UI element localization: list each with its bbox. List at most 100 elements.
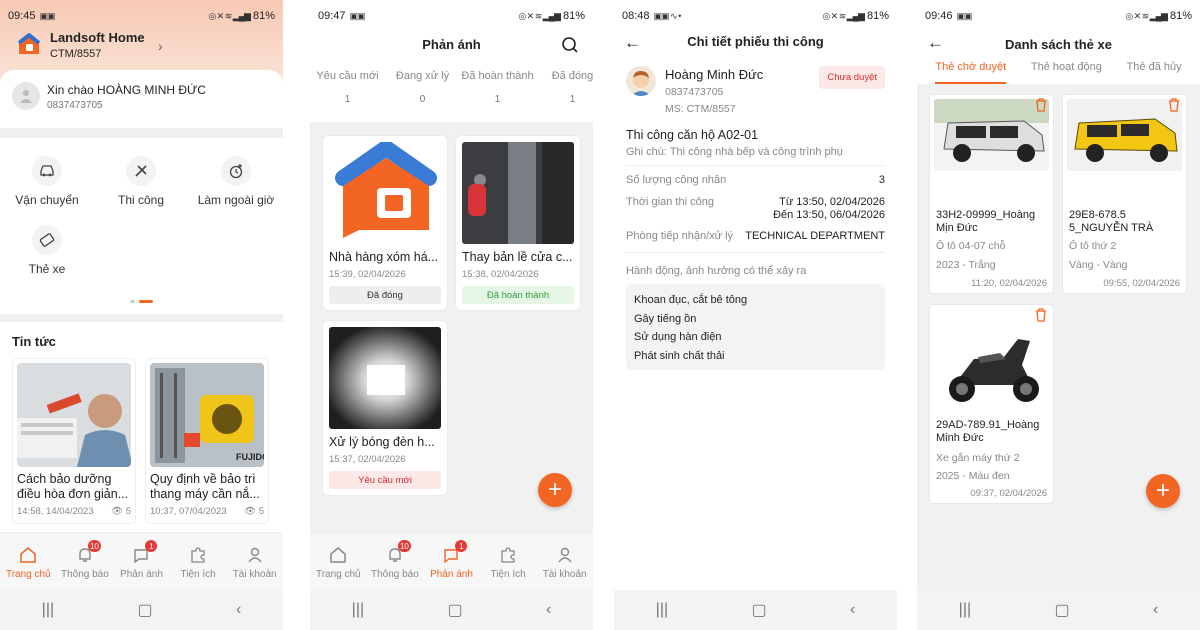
nav-account[interactable]: Tài khoản [227, 545, 283, 580]
news-views: 👁 5 [111, 506, 131, 517]
service-menu: Vận chuyển Thi công Làm ngoài giờ Thẻ xe [0, 138, 283, 314]
company-code: CTM/8557 [50, 48, 102, 60]
nav-feedback[interactable]: 1 Phản ánh [113, 540, 169, 580]
eye-icon: 👁 [244, 506, 257, 517]
tab-new[interactable]: Yêu cầu mới 1 [310, 70, 385, 105]
menu-item-overtime[interactable]: Làm ngoài giờ [191, 156, 281, 207]
nav-notifications[interactable]: 10 Thông báo [367, 540, 423, 580]
vehicle-detail: 2025 - Màu đen [936, 470, 1010, 482]
avatar[interactable] [12, 82, 40, 110]
news-card[interactable]: Cách bảo dưỡng điều hòa đơn giản... 14:5… [12, 358, 136, 524]
vehicle-card-list-screen: 09:46 ▣▣ ◎ ✕ ≋ ▂▄▆ 81% ← Danh sách thẻ xe … [917, 0, 1200, 630]
requester-name: Hoàng Minh Đức [665, 67, 764, 82]
nav-home[interactable]: Trang chủ [0, 545, 56, 580]
tab-processing[interactable]: Đang xử lý 0 [385, 70, 460, 105]
news-card[interactable]: FUJIDC Quy định về bảo trì thang máy cần… [145, 358, 269, 524]
job-title: Thi công căn hộ A02-01 [626, 128, 759, 142]
nav-home[interactable]: Trang chủ [310, 545, 366, 580]
feedback-card[interactable]: Nhà hàng xóm há... 15:39, 02/04/2026 Đã … [322, 135, 448, 311]
home-icon [328, 545, 348, 565]
workers-value: 3 [878, 174, 885, 186]
company-switcher[interactable]: Landsoft Home CTM/8557 [16, 30, 145, 60]
card-icon [32, 225, 62, 255]
nav-label: Thông báo [60, 569, 109, 580]
search-icon[interactable] [561, 36, 579, 54]
feedback-date: 15:39, 02/04/2026 [329, 269, 406, 280]
home-button-icon[interactable]: ▢ [448, 600, 463, 620]
feedback-card[interactable]: Thay bản lề cửa c... 15:38, 02/04/2026 Đ… [455, 135, 581, 311]
back-icon[interactable]: ‹ [1153, 601, 1158, 619]
home-button-icon[interactable]: ▢ [752, 600, 767, 620]
notification-badge: 10 [397, 540, 411, 552]
nav-label: Tiện ích [490, 569, 526, 580]
tab-closed[interactable]: Đã đóng 1 [535, 70, 593, 105]
vehicle-card[interactable]: 29AD-789.91_Hoàng Minh Đức Xe gắn máy th… [929, 304, 1054, 504]
menu-item-transport[interactable]: Vận chuyển [2, 156, 92, 207]
recents-icon[interactable]: ||| [959, 601, 971, 619]
impact-item: Gây tiếng ồn [634, 312, 697, 325]
back-icon[interactable]: ‹ [850, 601, 855, 619]
nav-feedback[interactable]: 1 Phản ánh [423, 540, 479, 580]
trash-icon[interactable] [1033, 97, 1049, 113]
battery-level: 81% [1169, 10, 1192, 22]
feedback-card[interactable]: Xử lý bóng đèn h... 15:37, 02/04/2026 Yê… [322, 320, 448, 496]
vehicle-card[interactable]: 29E8-678.5 5_NGUYỄN TRÀ Ô tô thứ 2 Vàng … [1062, 94, 1187, 294]
add-feedback-button[interactable]: + [538, 473, 572, 507]
status-badge: Chưa duyệt [819, 66, 885, 89]
tab-count: 0 [419, 94, 426, 105]
clock: 09:46 [925, 10, 953, 22]
battery-level: 81% [252, 10, 275, 22]
vehicle-image [1067, 99, 1182, 171]
view-count: 5 [258, 506, 264, 517]
system-nav-bar: ||| ▢ ‹ [0, 590, 283, 630]
tab-label: Đang xử lý [395, 70, 450, 82]
trash-icon[interactable] [1033, 307, 1049, 323]
back-icon[interactable]: ‹ [236, 601, 241, 619]
user-icon [555, 545, 575, 565]
chevron-right-icon[interactable]: › [158, 38, 163, 54]
tab-cancelled[interactable]: Thẻ đã hủy [1127, 58, 1182, 84]
screenshot-collage: 09:45 ▣▣ ◎ ✕ ≋ ▂▄▆ 81% Landsoft Home CTM/8… [0, 0, 1200, 630]
nav-notifications[interactable]: 10 Thông báo [57, 540, 113, 580]
tab-pending[interactable]: Thẻ chờ duyệt [935, 58, 1007, 84]
nav-utilities[interactable]: Tiện ích [170, 545, 226, 580]
tab-active[interactable]: Thẻ hoạt động [1031, 58, 1102, 84]
back-icon[interactable]: ‹ [546, 601, 551, 619]
signal-icons: ◎ ✕ ≋ ▂▄▆ [1125, 10, 1168, 21]
pager-dots [130, 300, 153, 303]
svg-text:FUJIDC: FUJIDC [236, 452, 264, 462]
recents-icon[interactable]: ||| [656, 601, 668, 619]
clock: 09:47 [318, 10, 346, 22]
feedback-title: Xử lý bóng đèn h... [329, 435, 435, 449]
news-date: 14:58, 14/04/2023 [17, 506, 94, 517]
add-vehicle-card-button[interactable]: + [1146, 474, 1180, 508]
news-title: Tin tức [12, 334, 56, 349]
vehicle-detail: 2023 - Trắng [936, 259, 996, 271]
feedback-title: Nhà hàng xóm há... [329, 250, 439, 264]
news-headline: Quy định về bảo trì thang máy cần nắ... [150, 472, 260, 501]
news-views: 👁 5 [244, 506, 264, 517]
puzzle-icon [188, 545, 208, 565]
nav-utilities[interactable]: Tiện ích [480, 545, 536, 580]
nav-account[interactable]: Tài khoản [537, 545, 593, 580]
trash-icon[interactable] [1166, 97, 1182, 113]
menu-item-construction[interactable]: Thi công [96, 156, 186, 207]
department-value: TECHNICAL DEPARTMENT [745, 230, 885, 242]
department-label: Phòng tiếp nhận/xử lý [626, 230, 734, 242]
home-button-icon[interactable]: ▢ [1055, 600, 1070, 620]
recents-icon[interactable]: ||| [42, 601, 54, 619]
plus-icon: + [1155, 477, 1170, 504]
status-badge: Đã hoàn thành [462, 286, 574, 304]
view-count: 5 [125, 506, 131, 517]
status-bar: 09:45 ▣▣ ◎ ✕ ≋ ▂▄▆ 81% [0, 0, 283, 32]
home-button-icon[interactable]: ▢ [138, 600, 153, 620]
menu-item-vehicle-card[interactable]: Thẻ xe [2, 225, 92, 276]
feedback-date: 15:38, 02/04/2026 [462, 269, 539, 280]
bottom-nav: Trang chủ 10 Thông báo 1 Phản ánh Tiện í… [310, 532, 593, 590]
vehicle-card[interactable]: 33H2-09999_Hoàng Mịn Đức Ô tô 04-07 chỗ … [929, 94, 1054, 294]
time-label: Thời gian thi công [626, 196, 714, 208]
tab-completed[interactable]: Đã hoàn thành 1 [460, 70, 535, 105]
page-title: Phản ánh [422, 37, 481, 52]
recents-icon[interactable]: ||| [352, 601, 364, 619]
home-screen: 09:45 ▣▣ ◎ ✕ ≋ ▂▄▆ 81% Landsoft Home CTM/8… [0, 0, 283, 630]
